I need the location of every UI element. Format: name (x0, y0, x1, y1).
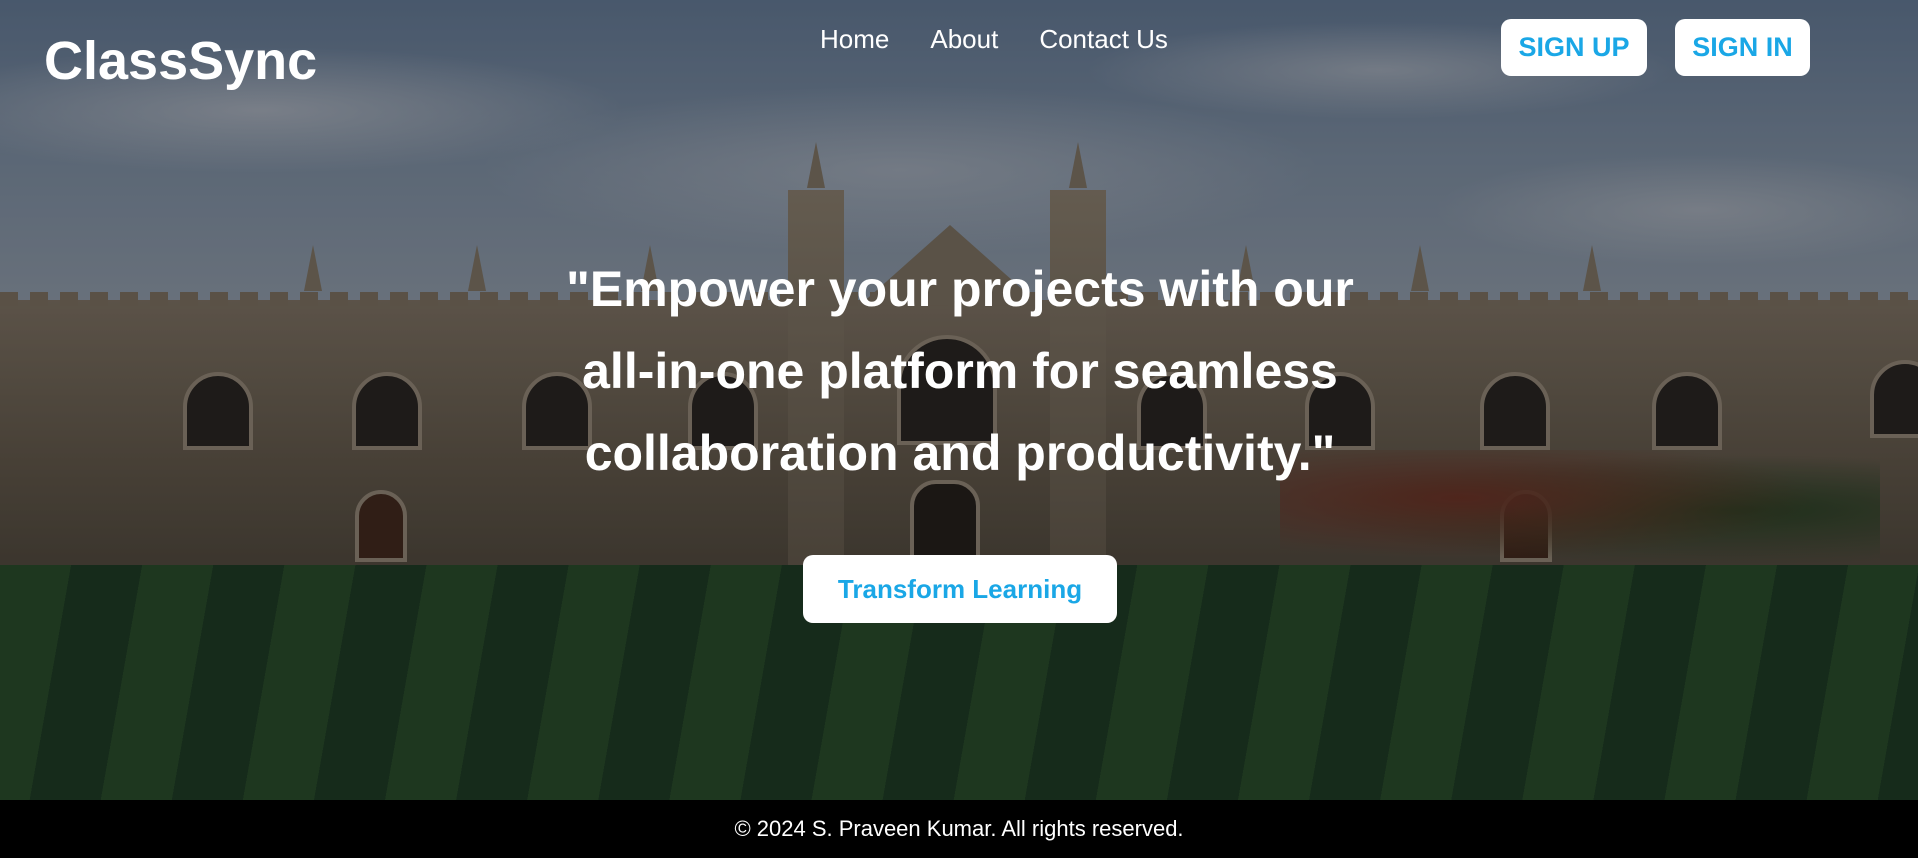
tagline-line: "Empower your projects with our (566, 261, 1354, 317)
tagline-line: all-in-one platform for seamless (582, 343, 1338, 399)
sign-in-button[interactable]: SIGN IN (1675, 19, 1810, 76)
sign-up-button[interactable]: SIGN UP (1501, 19, 1647, 76)
copyright-text: © 2024 S. Praveen Kumar. All rights rese… (734, 816, 1184, 841)
hero-tagline: "Empower your projects with our all-in-o… (480, 248, 1440, 494)
tagline-line: collaboration and productivity." (584, 425, 1336, 481)
main-nav: Home About Contact Us (820, 24, 1168, 55)
transform-learning-button[interactable]: Transform Learning (803, 555, 1117, 623)
nav-home[interactable]: Home (820, 24, 889, 55)
footer: © 2024 S. Praveen Kumar. All rights rese… (0, 800, 1918, 858)
nav-about[interactable]: About (930, 24, 998, 55)
nav-contact-us[interactable]: Contact Us (1039, 24, 1168, 55)
logo[interactable]: ClassSync (44, 30, 317, 92)
